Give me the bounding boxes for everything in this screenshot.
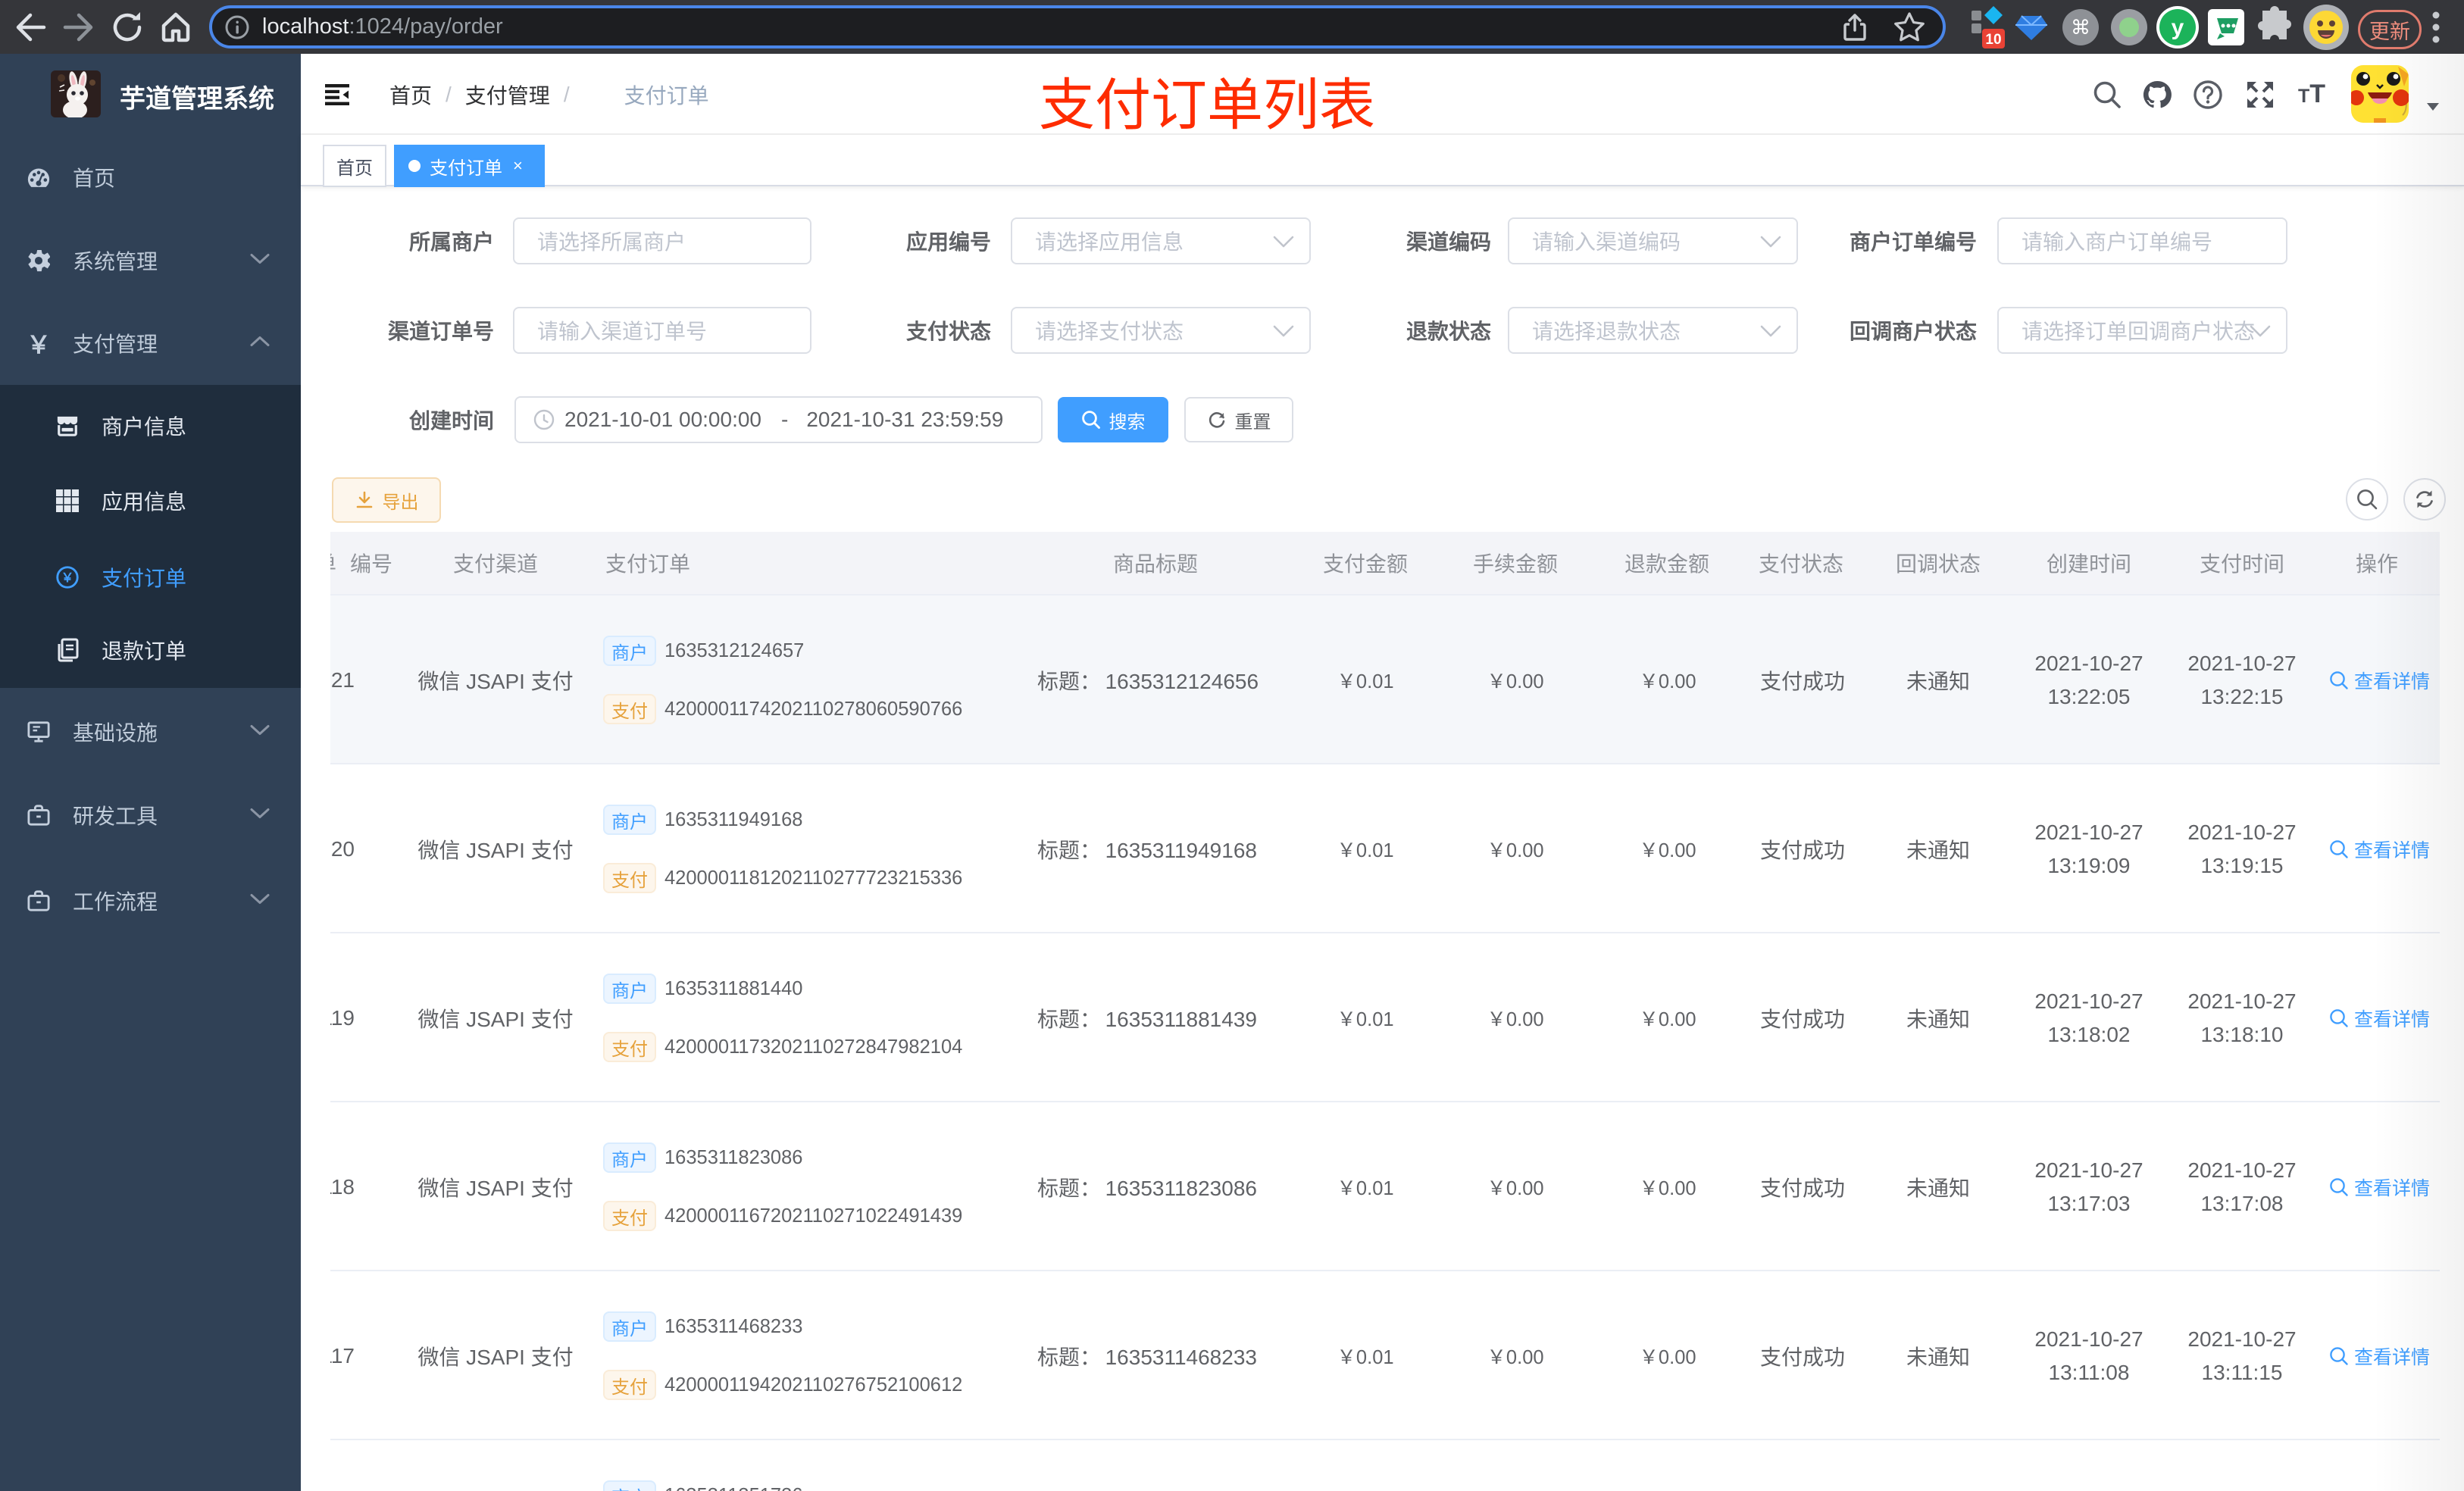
svg-text:⌘: ⌘	[2071, 16, 2090, 39]
svg-text:y: y	[2172, 15, 2184, 40]
svg-text:10: 10	[1985, 32, 2001, 48]
svg-text:￥: ￥	[61, 570, 74, 585]
